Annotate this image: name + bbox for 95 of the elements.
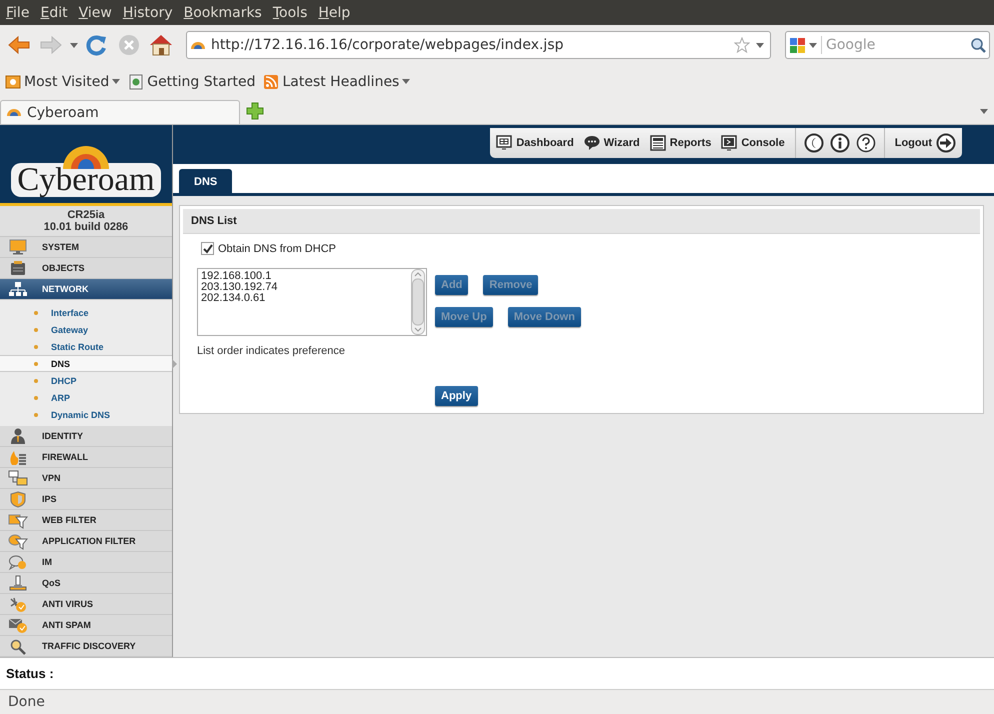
bookmark-folder-icon bbox=[5, 74, 21, 90]
report-icon bbox=[650, 135, 666, 151]
arrow-circle-icon bbox=[936, 133, 956, 153]
sidebar-item[interactable]: IPS bbox=[0, 489, 172, 510]
new-tab-plus-icon[interactable] bbox=[246, 102, 264, 120]
bookmark-item[interactable]: Getting Started bbox=[128, 74, 256, 90]
caret-icon bbox=[402, 79, 410, 84]
sidebar-item[interactable]: OBJECTS bbox=[0, 258, 172, 279]
apply-button[interactable]: Apply bbox=[435, 386, 478, 406]
status-label: Status : bbox=[6, 666, 54, 681]
bookmark-item[interactable]: Latest Headlines bbox=[263, 74, 410, 90]
shield-icon bbox=[8, 490, 28, 508]
star-icon[interactable] bbox=[734, 37, 750, 53]
site-icon bbox=[7, 109, 21, 116]
dashboard-icon bbox=[496, 135, 512, 151]
chat-bubble-icon bbox=[584, 135, 600, 151]
panel-title: DNS List bbox=[183, 209, 980, 234]
checkbox[interactable] bbox=[201, 242, 214, 255]
magnifier-icon bbox=[8, 638, 28, 654]
bug-icon bbox=[8, 596, 28, 612]
console-icon bbox=[721, 135, 738, 151]
sidebar-subitem[interactable]: Gateway bbox=[0, 321, 172, 338]
page-tab[interactable]: DNS bbox=[179, 169, 232, 193]
caret-icon bbox=[112, 79, 120, 84]
bullet-icon bbox=[33, 360, 39, 366]
model-name: CR25ia bbox=[67, 209, 105, 221]
checkmark-icon bbox=[202, 244, 212, 254]
network-icon bbox=[8, 280, 28, 298]
list-item[interactable]: 202.134.0.61 bbox=[201, 293, 408, 304]
bullet-icon bbox=[33, 310, 39, 316]
sidebar-subitem[interactable]: Dynamic DNS bbox=[0, 406, 172, 423]
menu-item[interactable]: Bookmarks bbox=[180, 4, 269, 20]
menu-item[interactable]: Tools bbox=[268, 4, 314, 20]
crescent-circle-icon[interactable] bbox=[804, 133, 824, 153]
sidebar-item[interactable]: QoS bbox=[0, 573, 172, 594]
tray-icon bbox=[8, 260, 28, 276]
menu-item[interactable]: File bbox=[2, 4, 36, 20]
logo-arc-icon bbox=[63, 146, 109, 169]
bullet-icon bbox=[33, 326, 39, 332]
status-text: Done bbox=[8, 694, 45, 710]
bullet-icon bbox=[33, 394, 39, 400]
bullet-icon bbox=[33, 412, 39, 418]
sidebar-subitem[interactable]: Static Route bbox=[0, 338, 172, 355]
site-icon bbox=[191, 42, 205, 48]
toolbar-button[interactable]: Dashboard bbox=[496, 135, 574, 151]
list-item[interactable]: 192.168.100.1 bbox=[201, 271, 408, 282]
menu-item[interactable]: History bbox=[118, 4, 180, 20]
computers-icon bbox=[8, 470, 28, 486]
logout-button[interactable]: Logout bbox=[894, 133, 956, 153]
browser-tab[interactable]: Cyberoam bbox=[0, 100, 240, 124]
sidebar-item[interactable]: SYSTEM bbox=[0, 237, 172, 258]
toolbar-button[interactable]: Reports bbox=[650, 135, 712, 151]
search-icon[interactable] bbox=[970, 37, 986, 53]
home-icon[interactable] bbox=[148, 33, 174, 57]
speech-bubble-icon bbox=[8, 554, 28, 570]
caret-icon[interactable] bbox=[756, 42, 764, 48]
sidebar-item[interactable]: IDENTITY bbox=[0, 426, 172, 447]
info-icon[interactable] bbox=[830, 133, 850, 153]
checkbox-label[interactable]: Obtain DNS from DHCP bbox=[218, 242, 336, 254]
toolbar-button[interactable]: Wizard bbox=[584, 135, 640, 151]
monitor-icon bbox=[8, 238, 28, 256]
funnel-icon bbox=[8, 512, 28, 528]
person-icon bbox=[8, 428, 28, 444]
sidebar-item[interactable]: NETWORK bbox=[0, 279, 172, 300]
toolbar-button[interactable]: Console bbox=[721, 135, 785, 151]
sidebar-subitem[interactable]: Interface bbox=[0, 304, 172, 321]
caret-icon[interactable] bbox=[70, 42, 78, 48]
logo[interactable]: Cyberoam bbox=[11, 163, 161, 197]
envelope-icon bbox=[8, 616, 28, 634]
flame-icon bbox=[8, 448, 28, 466]
page-icon bbox=[128, 74, 144, 90]
bubble-funnel-icon bbox=[8, 532, 28, 550]
search-box[interactable]: Google bbox=[785, 31, 990, 59]
sidebar-item[interactable]: VPN bbox=[0, 468, 172, 489]
hint-text: List order indicates preference bbox=[197, 345, 345, 357]
back-arrow-icon[interactable] bbox=[6, 33, 32, 57]
scrollbar-icon bbox=[411, 269, 425, 335]
list-item[interactable]: 203.130.192.74 bbox=[201, 282, 408, 293]
menu-item[interactable]: Edit bbox=[36, 4, 75, 20]
caret-icon[interactable] bbox=[980, 108, 988, 114]
pointer-icon bbox=[172, 359, 177, 369]
menu-item[interactable]: Help bbox=[314, 4, 358, 20]
version-text: 10.01 build 0286 bbox=[44, 221, 128, 233]
bullet-icon bbox=[33, 344, 39, 350]
menu-item[interactable]: View bbox=[74, 4, 119, 20]
bookmark-item[interactable]: Most Visited bbox=[5, 74, 120, 90]
address-field[interactable]: http://172.16.16.16/corporate/webpages/index.jsp bbox=[186, 31, 771, 59]
dns-list[interactable]: 192.168.100.1 203.130.192.74 202.134.0.61 bbox=[197, 268, 427, 336]
feed-icon bbox=[263, 74, 280, 90]
help-icon[interactable] bbox=[856, 133, 876, 153]
search-engine-icon[interactable] bbox=[789, 36, 819, 54]
pipe-icon bbox=[8, 574, 28, 592]
sidebar-subitem[interactable]: ARP bbox=[0, 389, 172, 406]
bullet-icon bbox=[33, 378, 39, 384]
sidebar-subitem[interactable]: DHCP bbox=[0, 372, 172, 389]
